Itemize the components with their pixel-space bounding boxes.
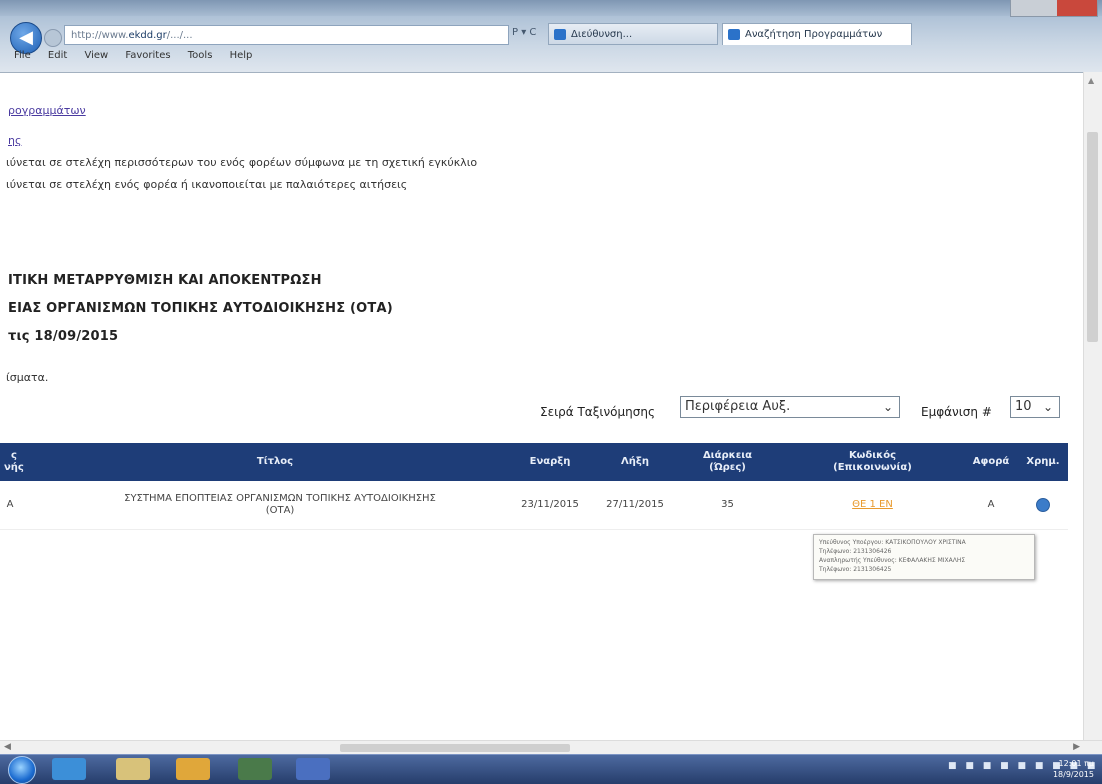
program-heading: ΕΙΑΣ ΟΡΓΑΝΙΣΜΩΝ ΤΟΠΙΚΗΣ ΑΥΤΟΔΙΟΙΚΗΣΗΣ (Ο… <box>8 301 393 316</box>
window-title-bar <box>0 0 1102 16</box>
tooltip-line: Τηλέφωνο: 2131306425 <box>819 566 892 573</box>
taskbar-clock[interactable]: 12:01 πμ 18/9/2015 <box>1053 758 1094 780</box>
secondary-link[interactable]: ης <box>8 134 21 147</box>
row-cell-end: 27/11/2015 <box>606 499 664 510</box>
col-header-0[interactable]: ς νής <box>0 443 44 481</box>
taskbar-ie-icon[interactable] <box>52 758 86 780</box>
menu-tools[interactable]: Tools <box>188 50 213 61</box>
tooltip-line: Υπεύθυνος Υποέργου: ΚΑΤΣΙΚΟΠΟΥΛΟΥ ΧΡΙΣΤΙ… <box>819 539 966 546</box>
contact-code-link[interactable]: ΘΕ 1 ΕΝ <box>852 499 893 511</box>
row-cell-start: 23/11/2015 <box>521 499 579 510</box>
col-header-code[interactable]: Κωδικός (Επικοινωνία) <box>810 443 935 481</box>
sort-select[interactable]: Περιφέρεια Αυξ. ⌄ <box>680 396 900 418</box>
horizontal-scroll-thumb[interactable] <box>340 744 570 752</box>
start-button[interactable] <box>8 756 36 784</box>
scroll-left-icon[interactable]: ◀ <box>4 742 11 752</box>
back-arrow-icon: ◀ <box>19 27 33 48</box>
vertical-scrollbar[interactable]: ▲ <box>1083 72 1102 740</box>
clock-date: 18/9/2015 <box>1052 770 1094 779</box>
vertical-scroll-thumb[interactable] <box>1087 132 1098 342</box>
row-cell-code[interactable]: ΘΕ 1 ΕΝ <box>810 481 935 529</box>
tab-favicon-icon <box>728 29 740 40</box>
browser-tab-1[interactable]: Διεύθυνση... <box>548 23 718 45</box>
address-tools[interactable]: P ▾ C <box>512 27 536 38</box>
show-count-label: Εμφάνιση # <box>921 405 992 419</box>
horizontal-scrollbar[interactable]: ◀ ▶ <box>0 740 1102 755</box>
scroll-right-icon[interactable]: ▶ <box>1073 742 1080 752</box>
legend-note-1: ιύνεται σε στελέχη περισσότερων του ενός… <box>6 156 478 169</box>
taskbar-word-icon[interactable] <box>296 758 330 780</box>
sort-label: Σειρά Ταξινόμησης <box>540 405 656 419</box>
show-count-select[interactable]: 10 ⌄ <box>1010 396 1060 418</box>
menu-edit[interactable]: Edit <box>48 50 67 61</box>
date-heading: τις 18/09/2015 <box>8 329 119 344</box>
menu-file[interactable]: File <box>14 50 31 61</box>
contact-tooltip: Υπεύθυνος Υποέργου: ΚΑΤΣΙΚΟΠΟΥΛΟΥ ΧΡΙΣΤΙ… <box>813 534 1035 580</box>
table-row[interactable]: Α ΣΥΣΤΗΜΑ ΕΠΟΠΤΕΙΑΣ ΟΡΓΑΝΙΣΜΩΝ ΤΟΠΙΚΗΣ Α… <box>0 481 1068 530</box>
tooltip-line: Τηλέφωνο: 2131306426 <box>819 548 892 555</box>
window-controls[interactable] <box>1010 0 1098 17</box>
taskbar-explorer-icon[interactable] <box>116 758 150 780</box>
col-header-start[interactable]: Εναρξη <box>510 443 590 481</box>
menu-view[interactable]: View <box>84 50 108 61</box>
row-cell-title: ΣΥΣΤΗΜΑ ΕΠΟΠΤΕΙΑΣ ΟΡΓΑΝΙΣΜΩΝ ΤΟΠΙΚΗΣ ΑΥΤ… <box>124 493 436 516</box>
row-cell-info[interactable] <box>1018 481 1068 529</box>
col-header-duration[interactable]: Διάρκεια (Ώρες) <box>680 443 775 481</box>
col-header-info[interactable]: Χρημ. <box>1018 443 1068 481</box>
browser-chrome: ◀ http://www.ekdd.gr/.../... P ▾ C Διεύθ… <box>0 0 1102 73</box>
tab-favicon-icon <box>554 29 566 40</box>
taskbar-folder-icon[interactable] <box>176 758 210 780</box>
col-header-end[interactable]: Λήξη <box>595 443 675 481</box>
col-header-concerns[interactable]: Αφορά <box>962 443 1020 481</box>
browser-tab-2[interactable]: Αναζήτηση Προγραμμάτων <box>722 23 912 45</box>
forward-button[interactable] <box>44 29 62 47</box>
section-heading: ΙΤΙΚΗ ΜΕΤΑΡΡΥΘΜΙΣΗ ΚΑΙ ΑΠΟΚΕΝΤΡΩΣΗ <box>8 273 322 288</box>
clock-time: 12:01 πμ <box>1058 759 1094 768</box>
legend-note-2: ιύνεται σε στελέχη ενός φορέα ή ικανοποι… <box>6 178 408 191</box>
taskbar: ■ ■ ■ ■ ■ ■ ■ ■ ■ ■ 12:01 πμ 18/9/2015 <box>0 754 1102 784</box>
chevron-down-icon: ⌄ <box>1042 400 1053 414</box>
results-text: ίσματα. <box>6 371 49 384</box>
row-cell-0: Α <box>6 499 14 510</box>
tooltip-line: Αναπληρωτής Υπεύθυνος: ΚΕΦΑΛΑΚΗΣ ΜΙΧΑΛΗΣ <box>819 557 966 564</box>
row-cell-duration: 35 <box>721 499 734 510</box>
close-window-button[interactable] <box>1057 0 1097 16</box>
scroll-up-icon[interactable]: ▲ <box>1088 76 1094 85</box>
row-cell-concerns: Α <box>987 499 995 510</box>
address-bar[interactable]: http://www.ekdd.gr/.../... <box>64 25 509 45</box>
programs-link[interactable]: ρογραμμάτων <box>8 104 86 117</box>
chevron-down-icon: ⌄ <box>882 400 893 414</box>
results-table-header: ς νής Τίτλος Εναρξη Λήξη Διάρκεια (Ώρες)… <box>0 443 1068 481</box>
col-header-title[interactable]: Τίτλος <box>40 443 510 481</box>
taskbar-excel-icon[interactable] <box>238 758 272 780</box>
menu-bar: File Edit View Favorites Tools Help <box>0 50 1102 66</box>
menu-favorites[interactable]: Favorites <box>125 50 170 61</box>
menu-help[interactable]: Help <box>230 50 253 61</box>
info-icon[interactable] <box>1036 498 1050 512</box>
